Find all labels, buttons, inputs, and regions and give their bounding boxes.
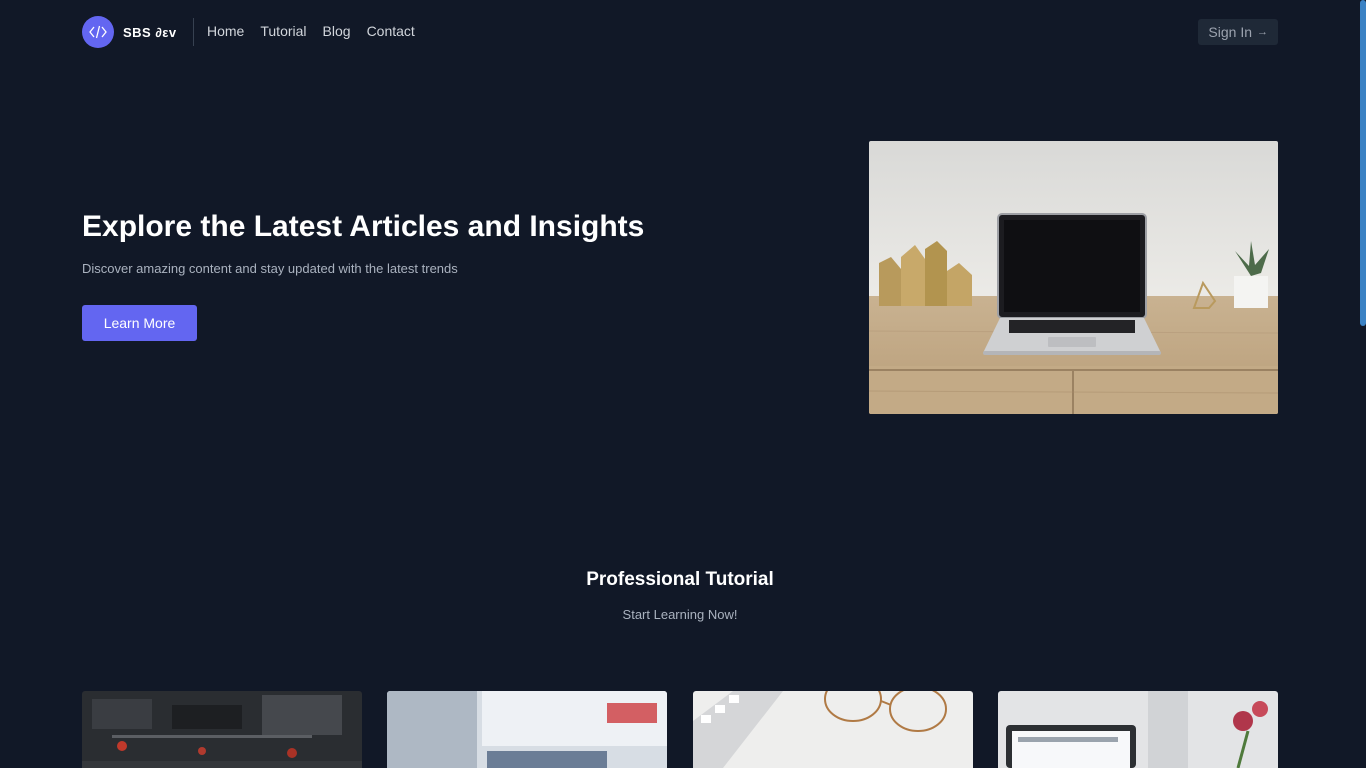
hero-image (869, 141, 1278, 414)
code-icon (82, 16, 114, 48)
sign-in-button[interactable]: Sign In → (1198, 19, 1278, 45)
nav-link-contact[interactable]: Contact (367, 23, 415, 39)
top-navbar: SBS ∂εv Home Tutorial Blog Contact Sign … (82, 16, 1278, 48)
scrollbar-thumb[interactable] (1360, 0, 1366, 326)
nav-links: Home Tutorial Blog Contact (207, 23, 415, 39)
nav-link-home[interactable]: Home (207, 23, 244, 39)
circuit-board-image (82, 691, 362, 768)
nav-divider (193, 18, 194, 46)
sign-in-label: Sign In (1208, 24, 1252, 40)
tutorial-card-3[interactable] (693, 691, 973, 768)
section-subtitle: Start Learning Now! (622, 607, 738, 622)
nav-link-tutorial[interactable]: Tutorial (260, 23, 306, 39)
tutorial-card-2[interactable] (387, 691, 667, 768)
learn-more-button[interactable]: Learn More (82, 305, 197, 341)
hero-subtitle: Discover amazing content and stay update… (82, 261, 458, 276)
site-logo[interactable]: SBS ∂εv (82, 16, 177, 48)
laptop-flowers-image (998, 691, 1278, 768)
hero-title: Explore the Latest Articles and Insights (82, 210, 645, 243)
tutorial-card-1[interactable] (82, 691, 362, 768)
section-title: Professional Tutorial (586, 569, 774, 590)
arrow-right-icon: → (1257, 26, 1268, 38)
keyboard-glasses-image (693, 691, 973, 768)
logo-text: SBS ∂εv (123, 24, 177, 40)
monitor-screen-image (387, 691, 667, 768)
tutorial-card-4[interactable] (998, 691, 1278, 768)
page-scrollbar[interactable] (1360, 0, 1366, 768)
nav-link-blog[interactable]: Blog (323, 23, 351, 39)
